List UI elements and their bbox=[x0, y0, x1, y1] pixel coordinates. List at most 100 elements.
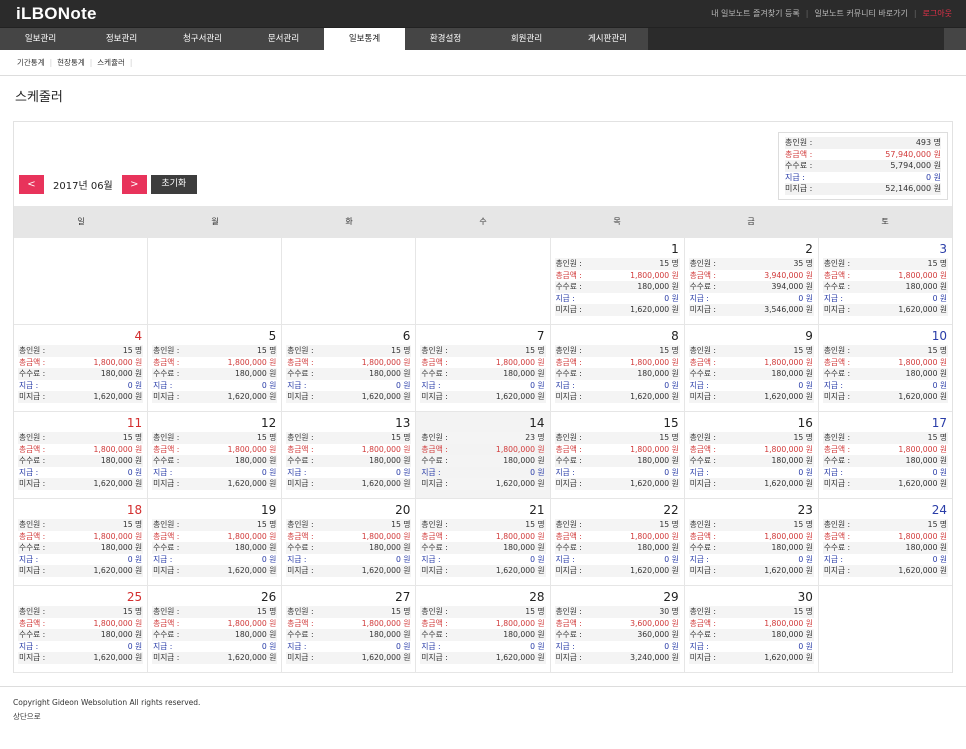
stat-label: 수수료 : bbox=[153, 456, 180, 465]
calendar-day-cell[interactable]: 24 총인원 : 15 명 총금액 : 1,800,000 원 수수료 : 180,000 … bbox=[819, 499, 952, 585]
calendar-day-cell[interactable]: 11 총인원 : 15 명 총금액 : 1,800,000 원 수수료 : 180,000 … bbox=[14, 412, 149, 498]
calendar-day-cell[interactable]: 18 총인원 : 15 명 총금액 : 1,800,000 원 수수료 : 180,000 … bbox=[14, 499, 149, 585]
calendar-day-cell[interactable]: 3 총인원 : 15 명 총금액 : 1,800,000 원 수수료 : 180,000 원… bbox=[819, 238, 952, 324]
nav-item-info[interactable]: 정보관리 bbox=[81, 28, 162, 50]
stat-value: 1,800,000 원 bbox=[361, 618, 411, 628]
calendar-day-cell[interactable]: 30 총인원 : 15 명 총금액 : 1,800,000 원 수수료 : 180,000 … bbox=[685, 586, 819, 672]
prev-month-button[interactable]: < bbox=[19, 175, 44, 194]
bookmark-link[interactable]: 내 일보노트 즐겨찾기 등록 bbox=[711, 8, 800, 19]
page-title: 스케줄러 bbox=[15, 89, 63, 105]
stat-value: 15 명 bbox=[659, 433, 679, 442]
stat-label: 총인원 : bbox=[287, 346, 314, 355]
stat-unpaid: 미지급 : 1,620,000 원 bbox=[286, 478, 412, 490]
calendar-day-cell[interactable]: 14 총인원 : 23 명 총금액 : 1,800,000 원 수수료 : 180,000 … bbox=[416, 412, 551, 498]
nav-item-documents[interactable]: 문서관리 bbox=[243, 28, 324, 50]
stat-unpaid: 미지급 : 1,620,000 원 bbox=[18, 565, 144, 577]
stat-label: 총인원 : bbox=[287, 433, 314, 442]
stat-label: 지급 : bbox=[823, 467, 844, 477]
calendar-day-cell[interactable]: 4 총인원 : 15 명 총금액 : 1,800,000 원 수수료 : 180,000 원… bbox=[14, 325, 149, 411]
nav-item-statistics[interactable]: 일보통계 bbox=[324, 28, 405, 50]
calendar-day-cell[interactable]: 6 총인원 : 15 명 총금액 : 1,800,000 원 수수료 : 180,000 원… bbox=[282, 325, 417, 411]
logout-link[interactable]: 로그아웃 bbox=[923, 8, 952, 19]
nav-item-settings[interactable]: 환경설정 bbox=[405, 28, 486, 50]
calendar-day-cell[interactable]: 10 총인원 : 15 명 총금액 : 1,800,000 원 수수료 : 180,000 … bbox=[819, 325, 952, 411]
nav-item-daily-report[interactable]: 일보관리 bbox=[0, 28, 81, 50]
stat-label: 총금액 : bbox=[421, 618, 448, 628]
stat-value: 0 원 bbox=[127, 380, 143, 390]
calendar-day-cell[interactable]: 16 총인원 : 15 명 총금액 : 1,800,000 원 수수료 : 180,000 … bbox=[685, 412, 819, 498]
stat-value: 15 명 bbox=[659, 520, 679, 529]
day-number: 16 bbox=[797, 416, 813, 430]
calendar-day-cell[interactable]: 20 총인원 : 15 명 총금액 : 1,800,000 원 수수료 : 180,000 … bbox=[282, 499, 417, 585]
stat-people: 총인원 : 15 명 bbox=[18, 345, 144, 357]
summary-row-unpaid: 미지급 : 52,146,000 원 bbox=[785, 183, 941, 195]
stat-value: 1,800,000 원 bbox=[630, 531, 679, 541]
day-number: 13 bbox=[395, 416, 411, 430]
stat-label: 지급 : bbox=[153, 467, 173, 477]
subnav-period-stats[interactable]: 기간통계 bbox=[17, 57, 45, 68]
stat-total: 총금액 : 1,800,000 원 bbox=[152, 618, 277, 630]
stat-label: 수수료 : bbox=[555, 543, 582, 552]
stat-label: 지급 : bbox=[287, 554, 307, 564]
calendar-day-cell[interactable]: 15 총인원 : 15 명 총금액 : 1,800,000 원 수수료 : 180,000 … bbox=[551, 412, 685, 498]
nav-item-members[interactable]: 회원관리 bbox=[486, 28, 567, 50]
calendar-day-cell[interactable]: 23 총인원 : 15 명 총금액 : 1,800,000 원 수수료 : 180,000 … bbox=[685, 499, 819, 585]
summary-label: 미지급 : bbox=[785, 184, 813, 193]
stat-value: 15 명 bbox=[122, 433, 143, 442]
stat-label: 지급 : bbox=[823, 293, 844, 303]
stat-value: 0 원 bbox=[261, 467, 277, 477]
stat-value: 1,620,000 원 bbox=[227, 479, 277, 488]
stat-value: 180,000 원 bbox=[234, 369, 277, 378]
back-to-top-link[interactable]: 상단으로 bbox=[13, 710, 953, 724]
calendar-day-cell[interactable]: 19 총인원 : 15 명 총금액 : 1,800,000 원 수수료 : 180,000 … bbox=[148, 499, 283, 585]
stat-people: 총인원 : 15 명 bbox=[18, 519, 144, 531]
stat-unpaid: 미지급 : 1,620,000 원 bbox=[822, 391, 948, 403]
stat-value: 1,620,000 원 bbox=[495, 479, 545, 488]
stat-unpaid: 미지급 : 1,620,000 원 bbox=[554, 565, 680, 577]
calendar-day-cell[interactable]: 26 총인원 : 15 명 총금액 : 1,800,000 원 수수료 : 180,000 … bbox=[148, 586, 283, 672]
calendar-day-cell[interactable]: 13 총인원 : 15 명 총금액 : 1,800,000 원 수수료 : 180,000 … bbox=[282, 412, 417, 498]
calendar-day-cell[interactable]: 27 총인원 : 15 명 총금액 : 1,800,000 원 수수료 : 180,000 … bbox=[282, 586, 417, 672]
stat-people: 총인원 : 15 명 bbox=[688, 606, 814, 618]
subnav-site-stats[interactable]: 현장통계 bbox=[57, 57, 85, 68]
stat-fee: 수수료 : 180,000 원 bbox=[18, 455, 144, 467]
stat-value: 0 원 bbox=[396, 467, 411, 477]
calendar-day-cell[interactable]: 1 총인원 : 15 명 총금액 : 1,800,000 원 수수료 : 180,000 원… bbox=[551, 238, 685, 324]
calendar-day-cell[interactable]: 17 총인원 : 15 명 총금액 : 1,800,000 원 수수료 : 180,000 … bbox=[819, 412, 952, 498]
stat-label: 수수료 : bbox=[555, 456, 582, 465]
subnav-scheduler[interactable]: 스케쥴러 bbox=[97, 57, 125, 68]
stat-value: 15 명 bbox=[256, 607, 277, 616]
weekday-sun: 일 bbox=[77, 217, 85, 226]
summary-value: 5,794,000 원 bbox=[890, 161, 941, 170]
stat-value: 180,000 원 bbox=[234, 630, 277, 639]
stat-value: 15 명 bbox=[927, 520, 947, 529]
stat-value: 180,000 원 bbox=[100, 630, 143, 639]
calendar-day-cell[interactable]: 9 총인원 : 15 명 총금액 : 1,800,000 원 수수료 : 180,000 원… bbox=[685, 325, 819, 411]
app-logo[interactable]: iLBONote bbox=[16, 4, 97, 24]
stat-paid: 지급 : 0 원 bbox=[689, 467, 814, 479]
stat-total: 총금액 : 1,800,000 원 bbox=[152, 444, 277, 456]
stat-label: 총금액 : bbox=[823, 270, 851, 280]
calendar-day-cell[interactable]: 22 총인원 : 15 명 총금액 : 1,800,000 원 수수료 : 180,000 … bbox=[551, 499, 685, 585]
nav-item-board[interactable]: 게시판관리 bbox=[567, 28, 648, 50]
stat-value: 180,000 원 bbox=[771, 543, 813, 552]
calendar-day-cell[interactable]: 8 총인원 : 15 명 총금액 : 1,800,000 원 수수료 : 180,000 원… bbox=[551, 325, 685, 411]
stat-unpaid: 미지급 : 1,620,000 원 bbox=[152, 391, 278, 403]
stat-label: 미지급 : bbox=[823, 392, 851, 401]
calendar-day-cell[interactable]: 5 총인원 : 15 명 총금액 : 1,800,000 원 수수료 : 180,000 원… bbox=[148, 325, 283, 411]
calendar-day-cell[interactable]: 29 총인원 : 30 명 총금액 : 3,600,000 원 수수료 : 360,000 … bbox=[551, 586, 685, 672]
stat-label: 지급 : bbox=[19, 467, 39, 477]
stat-value: 35 명 bbox=[793, 259, 813, 268]
calendar-day-cell[interactable]: 2 총인원 : 35 명 총금액 : 3,940,000 원 수수료 : 394,000 원… bbox=[685, 238, 819, 324]
calendar-day-cell[interactable]: 7 총인원 : 15 명 총금액 : 1,800,000 원 수수료 : 180,000 원… bbox=[416, 325, 551, 411]
stat-total: 총금액 : 1,800,000 원 bbox=[420, 618, 545, 630]
calendar-day-cell[interactable]: 12 총인원 : 15 명 총금액 : 1,800,000 원 수수료 : 180,000 … bbox=[148, 412, 283, 498]
community-link[interactable]: 일보노트 커뮤니티 바로가기 bbox=[814, 8, 907, 19]
next-month-button[interactable]: > bbox=[121, 175, 147, 194]
nav-item-invoice[interactable]: 청구서관리 bbox=[162, 28, 243, 50]
stat-label: 지급 : bbox=[555, 467, 575, 477]
calendar-day-cell[interactable]: 25 총인원 : 15 명 총금액 : 1,800,000 원 수수료 : 180,000 … bbox=[14, 586, 149, 672]
calendar-day-cell[interactable]: 21 총인원 : 15 명 총금액 : 1,800,000 원 수수료 : 180,000 … bbox=[416, 499, 551, 585]
reset-button[interactable]: 초기화 bbox=[150, 175, 197, 194]
calendar-day-cell[interactable]: 28 총인원 : 15 명 총금액 : 1,800,000 원 수수료 : 180,000 … bbox=[416, 586, 551, 672]
